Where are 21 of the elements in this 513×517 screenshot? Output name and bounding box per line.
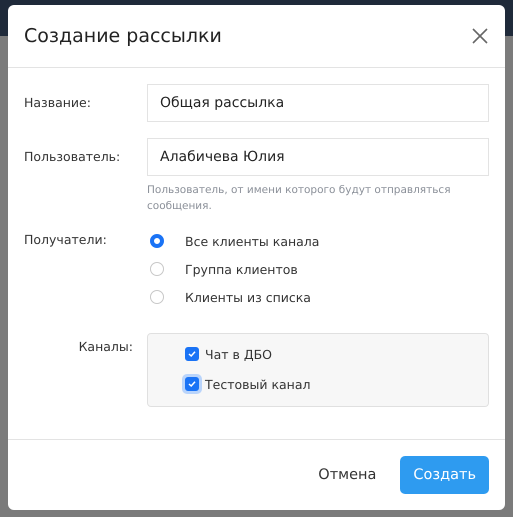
check-icon bbox=[188, 350, 196, 358]
radio-button[interactable] bbox=[150, 290, 164, 304]
radio-button[interactable] bbox=[150, 262, 164, 276]
radio-label: Все клиенты канала bbox=[185, 234, 320, 248]
radio-label: Группа клиентов bbox=[185, 262, 298, 276]
field-label: Пользователь: bbox=[24, 148, 122, 166]
close-button[interactable] bbox=[471, 27, 489, 45]
radio-label: Клиенты из списка bbox=[185, 290, 311, 304]
radio-button[interactable] bbox=[150, 234, 164, 248]
field-hint: Пользователь, от имени которого будут отправляться сообщения. bbox=[147, 183, 452, 214]
check-icon bbox=[188, 380, 196, 388]
text-field[interactable]: Общая рассылка bbox=[147, 84, 489, 122]
dialog-title: Создание рассылки bbox=[24, 25, 222, 47]
cancel-button[interactable]: Отмена bbox=[318, 456, 376, 494]
checkbox-label: Чат в ДБО bbox=[205, 346, 272, 362]
field-label: Название: bbox=[24, 94, 92, 112]
checkbox-label: Тестовый канал bbox=[205, 376, 310, 392]
field-label: Каналы: bbox=[78, 338, 134, 356]
field-label: Получатели: bbox=[24, 231, 108, 249]
text-field[interactable]: Алабичева Юлия bbox=[147, 138, 489, 176]
checkbox[interactable] bbox=[185, 347, 199, 361]
